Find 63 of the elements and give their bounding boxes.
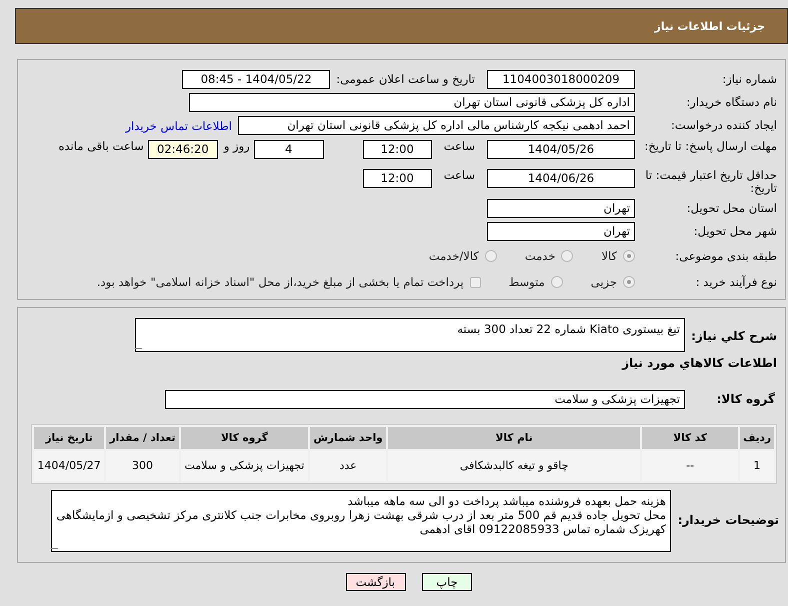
back-button[interactable]: بازگشت [346,573,406,591]
option-label: کالا/خدمت [428,249,479,263]
option-label: کالا [601,249,617,263]
field-label: روز و [224,140,250,153]
requester-field: احمد ادهمی نیکجه کارشناس مالی اداره کل پزشکی قانونی استان تهران [238,116,635,135]
field-label: استان محل تحویل: [686,201,777,215]
goods-group-field: تجهیزات پزشکی و سلامت [165,390,685,408]
page-title: جزئیات اطلاعات نیاز [654,20,765,32]
deadline-date-field: 1404/05/26 [487,140,635,159]
column-header: تعداد / مقدار [106,427,179,449]
field-label: حداقل تاریخ اعتبار قیمت: تا تاریخ: [645,168,777,195]
table-cell: -- [642,451,738,481]
radio-button[interactable] [623,276,635,288]
checkbox[interactable] [470,276,481,288]
table-cell: 1404/05/27 [34,451,104,481]
payment-note: پرداخت تمام یا بخشی از مبلغ خرید،از محل "اسناد خزانه اسلامی" خواهد بود. [96,275,464,289]
column-header: واحد شمارش [310,427,386,449]
deadline-time-field: 12:00 [362,140,432,159]
option-label: جزیی [590,275,617,289]
radio-button[interactable] [623,250,635,262]
buyer-notes-field[interactable]: هزینه حمل بعهده فروشنده میباشد پرداخت دو الی سه ماهه میباشد محل تحویل جاده قدیم قم 500 متر بعد از درب شرقی بهشت زهرا روبروی مخابرات جنب کلانتری مرکز تشخیصی و ازمایشگاهی کهریزک شماره تماس 09122085933 اقای ادهمی [51,490,671,552]
field-label: ساعت باقی مانده [58,140,144,153]
field-label: طبقه بندی موضوعی: [675,248,777,262]
table-cell: 300 [106,451,179,481]
need-number-field: 1104003018000209 [487,70,635,89]
column-header: ردیف [740,427,774,449]
radio-button[interactable] [484,250,497,262]
buyer-contact-link[interactable]: اطلاعات تماس خریدار [125,118,232,132]
field-label: نام دستگاه خریدار: [686,95,777,109]
description-field[interactable]: تیغ بیستوری Kiato شماره 22 تعداد 300 بسته [135,318,685,352]
column-header: تاریخ نیاز [34,427,104,449]
buyer-field: اداره کل پزشکی قانونی استان تهران [189,93,635,112]
field-label: تاریخ و ساعت اعلان عمومی: [336,73,475,86]
column-header: گروه کالا [180,427,308,449]
field-label: توضیحات خریدار: [678,513,779,527]
field-label: ساعت [444,169,475,182]
radio-button[interactable] [561,250,574,262]
field-label: نوع فرآیند خرید : [696,274,777,288]
days-field: 4 [254,140,324,159]
option-label: متوسط [508,275,545,289]
validity-date-field: 1404/06/26 [487,169,635,188]
column-header: نام کالا [388,427,640,449]
field-label: مهلت ارسال پاسخ: تا تاریخ: [644,139,777,153]
radio-button[interactable] [550,276,563,288]
city-field: تهران [487,222,635,241]
province-field: تهران [487,199,635,218]
table-cell: 1 [740,451,774,481]
validity-time-field: 12:00 [362,169,432,188]
field-label: شرح کلي نياز: [691,329,777,343]
field-label: شهر محل تحویل: [694,224,777,238]
table-cell: چاقو و تیغه کالبدشکافی [388,451,640,481]
print-button[interactable]: چاپ [422,573,472,591]
remaining-time-field: 02:46:20 [148,140,218,159]
announce-date-field: 1404/05/22 - 08:45 [182,70,330,89]
field-label: شماره نیاز: [722,72,777,86]
field-label: ساعت [444,140,475,153]
table-cell: تجهیزات پزشکی و سلامت [180,451,308,481]
section-title: اطلاعات کالاهاي مورد نياز [622,356,777,370]
field-label: گروه کالا: [716,392,775,406]
field-label: ایجاد کننده درخواست: [671,118,777,132]
column-header: کد کالا [642,427,738,449]
option-label: خدمت [524,249,556,263]
table-cell: عدد [310,451,386,481]
